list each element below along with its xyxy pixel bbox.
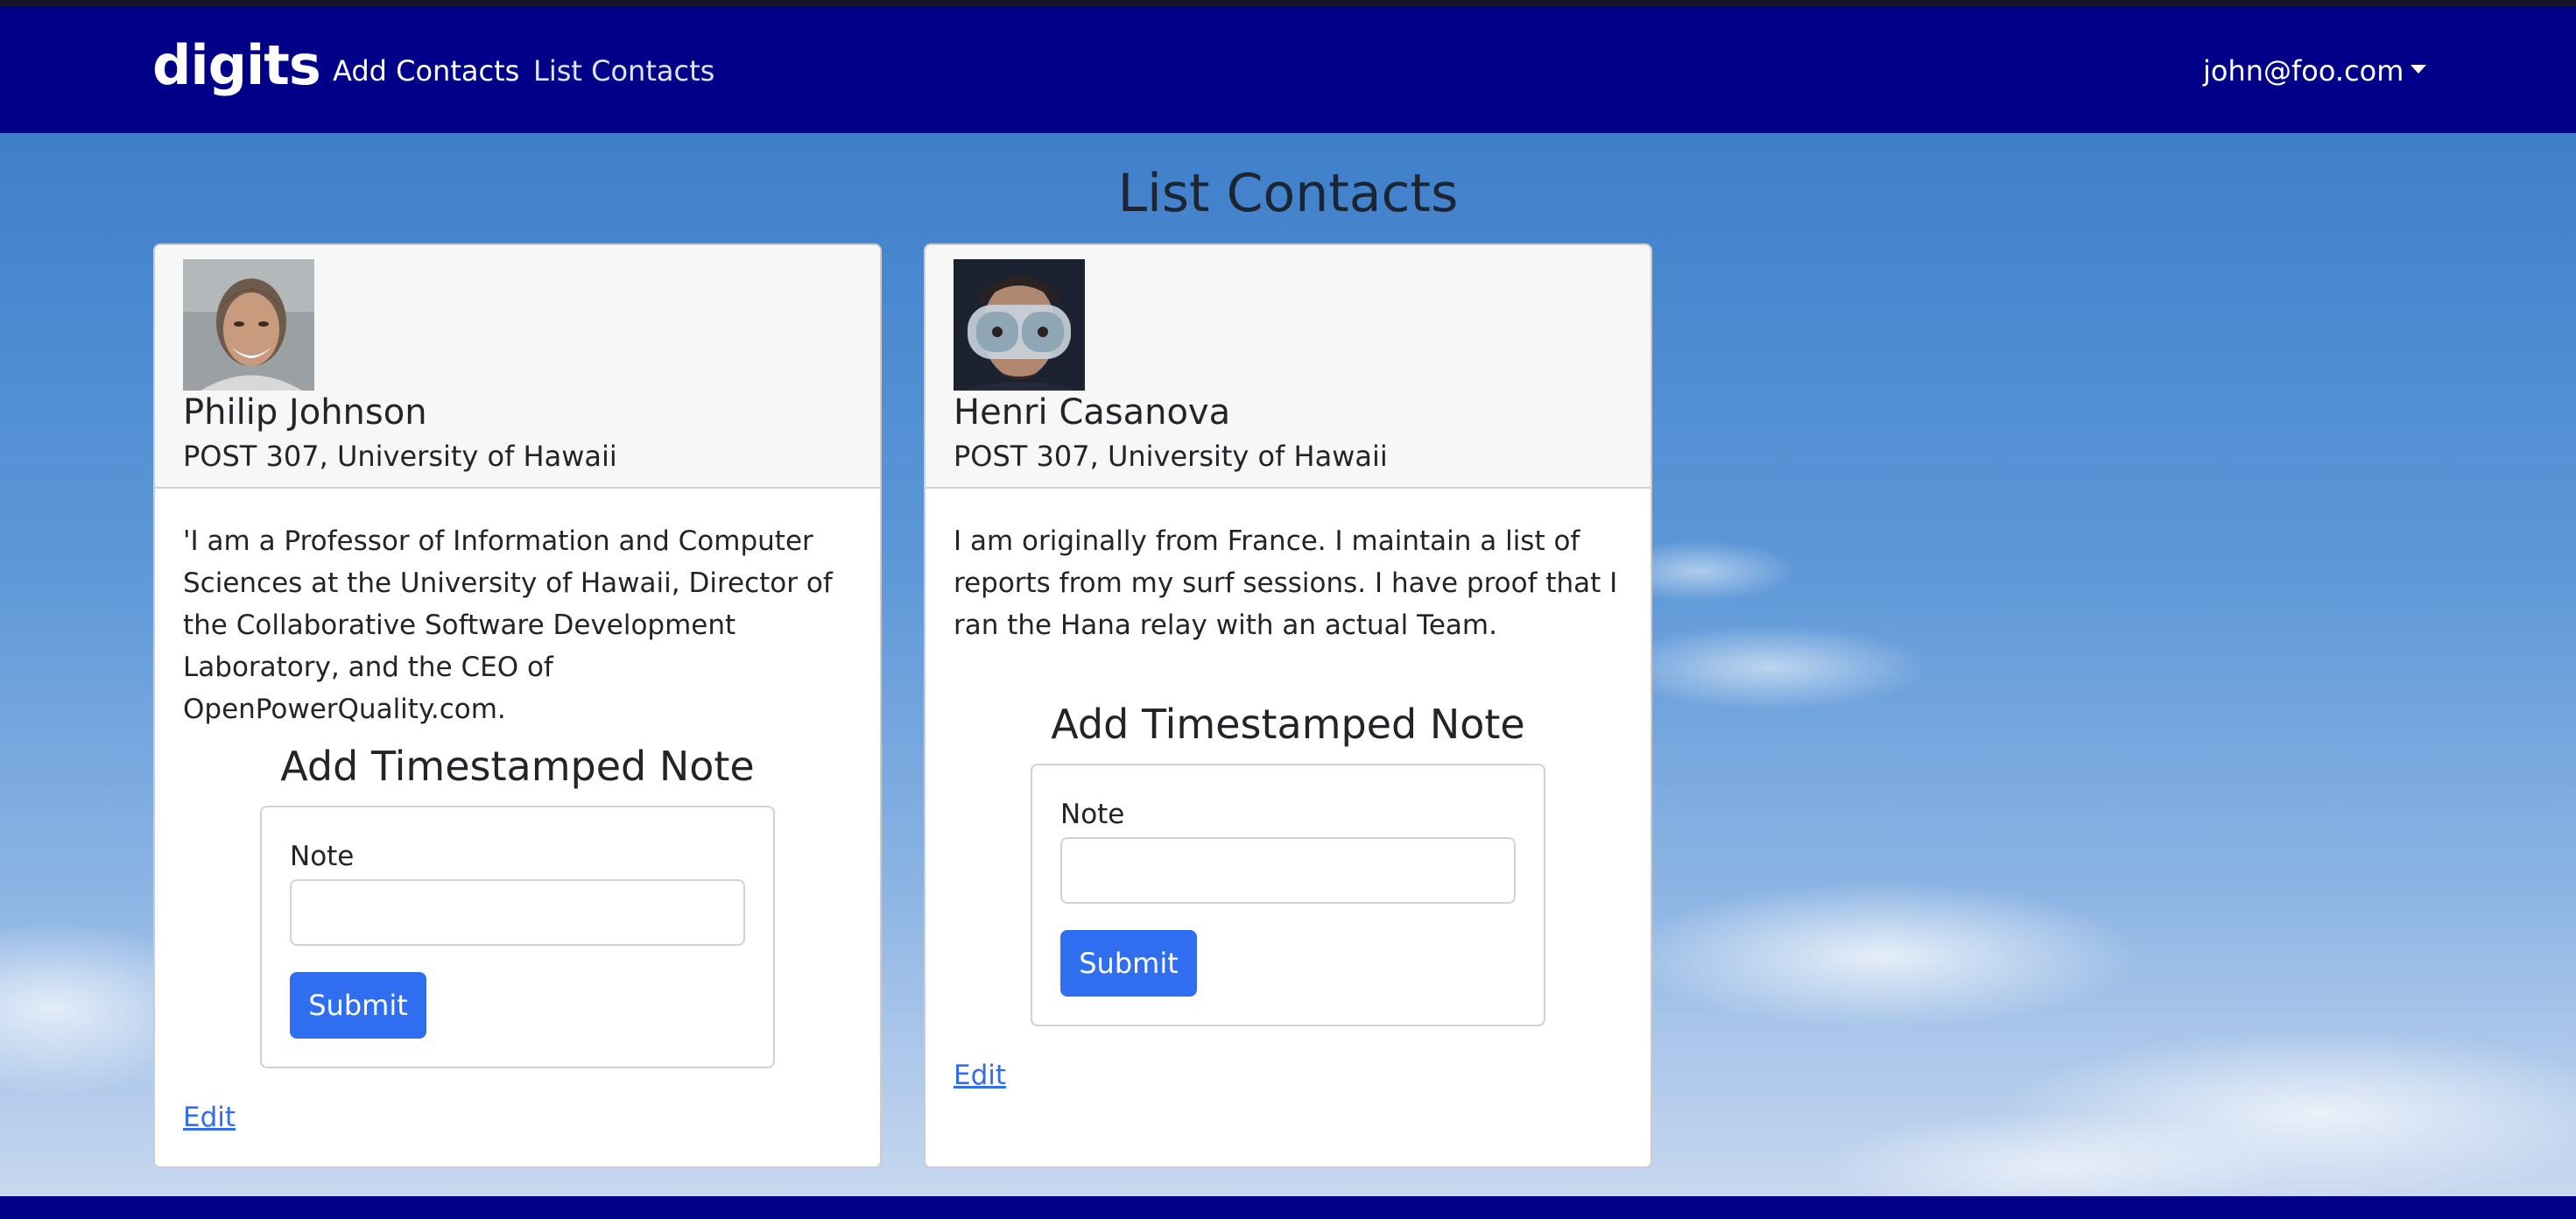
contact-address: POST 307, University of Hawaii — [183, 440, 617, 473]
nav-add-contacts[interactable]: Add Contacts — [333, 54, 519, 88]
contact-name: Henri Casanova — [954, 392, 1231, 433]
note-input[interactable] — [290, 879, 745, 946]
submit-button[interactable]: Submit — [1060, 930, 1197, 997]
submit-button[interactable]: Submit — [290, 972, 426, 1039]
contact-name: Philip Johnson — [183, 392, 427, 433]
contact-address: POST 307, University of Hawaii — [954, 440, 1388, 473]
window-top-strip — [0, 0, 2576, 7]
caret-down-icon — [2411, 65, 2427, 74]
navbar: digits Add Contacts List Contacts john@f… — [0, 7, 2576, 133]
note-form: Note Submit — [1031, 764, 1545, 1026]
note-label: Note — [1060, 799, 1125, 830]
note-input[interactable] — [1060, 837, 1516, 904]
nav-list-contacts[interactable]: List Contacts — [533, 54, 714, 88]
user-email: john@foo.com — [2203, 54, 2404, 88]
footer-bar — [0, 1196, 2576, 1219]
edit-link[interactable]: Edit — [954, 1060, 1006, 1091]
contact-card: Henri Casanova POST 307, University of H… — [924, 243, 1652, 1168]
card-header: Philip Johnson POST 307, University of H… — [155, 245, 880, 489]
contact-description: 'I am a Professor of Information and Com… — [183, 525, 833, 725]
brand-logo[interactable]: digits — [152, 33, 321, 97]
contact-card: Philip Johnson POST 307, University of H… — [153, 243, 882, 1168]
avatar — [954, 259, 1085, 391]
user-dropdown[interactable]: john@foo.com — [2203, 54, 2427, 88]
card-header: Henri Casanova POST 307, University of H… — [926, 245, 1650, 489]
note-section-title: Add Timestamped Note — [280, 743, 755, 790]
edit-link[interactable]: Edit — [183, 1102, 236, 1133]
page-title: List Contacts — [1117, 163, 1459, 224]
note-label: Note — [290, 841, 355, 872]
note-form: Note Submit — [260, 806, 775, 1068]
contact-description: I am originally from France. I maintain … — [954, 525, 1618, 641]
note-section-title: Add Timestamped Note — [1051, 701, 1525, 748]
avatar — [183, 259, 314, 391]
